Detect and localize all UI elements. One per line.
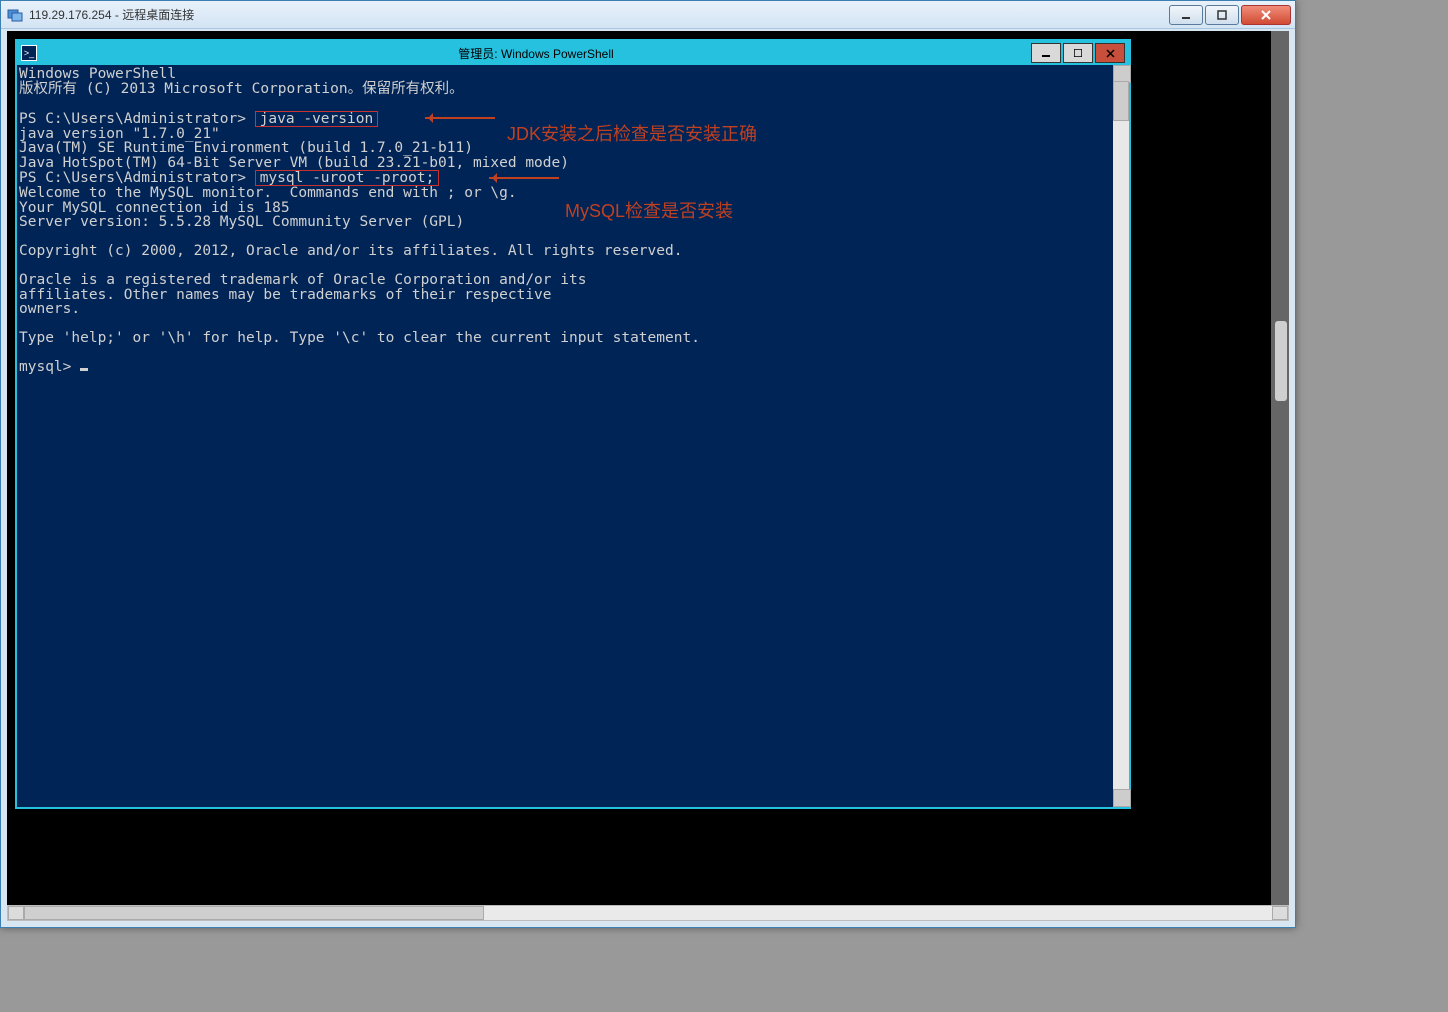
terminal-line: Server version: 5.5.28 MySQL Community S… bbox=[19, 214, 464, 230]
powershell-titlebar[interactable]: >_ 管理员: Windows PowerShell bbox=[17, 41, 1129, 65]
terminal-line: Java HotSpot(TM) 64-Bit Server VM (build… bbox=[19, 155, 569, 171]
terminal-line: Type 'help;' or '\h' for help. Type '\c'… bbox=[19, 330, 700, 346]
rdc-vertical-scrollbar[interactable] bbox=[1271, 31, 1289, 905]
powershell-body[interactable]: Windows PowerShell 版权所有 (C) 2013 Microso… bbox=[17, 65, 1129, 807]
powershell-window: >_ 管理员: Windows PowerShell Windows Power… bbox=[15, 39, 1131, 809]
hscroll-left-button[interactable] bbox=[8, 906, 24, 920]
rdc-horizontal-scrollbar[interactable] bbox=[7, 905, 1289, 921]
ps-vertical-scrollbar[interactable] bbox=[1113, 65, 1129, 807]
powershell-title-text: 管理员: Windows PowerShell bbox=[43, 45, 1029, 62]
ps-minimize-button[interactable] bbox=[1031, 43, 1061, 63]
mysql-prompt: mysql> bbox=[19, 359, 80, 375]
rdc-vscroll-thumb[interactable] bbox=[1275, 321, 1287, 401]
rdc-titlebar[interactable]: 119.29.176.254 - 远程桌面连接 bbox=[1, 1, 1295, 29]
close-button[interactable] bbox=[1241, 5, 1291, 25]
terminal-line: affiliates. Other names may be trademark… bbox=[19, 287, 552, 303]
terminal-line: 版权所有 (C) 2013 Microsoft Corporation。保留所有… bbox=[19, 81, 464, 97]
terminal-line: Copyright (c) 2000, 2012, Oracle and/or … bbox=[19, 243, 682, 259]
powershell-icon: >_ bbox=[21, 45, 37, 61]
rdc-app-icon bbox=[7, 7, 23, 23]
terminal-prompt: PS C:\Users\Administrator> bbox=[19, 170, 255, 186]
highlight-java-cmd: java -version bbox=[255, 111, 379, 127]
rdc-hscroll-thumb[interactable] bbox=[24, 906, 484, 920]
rdc-window: 119.29.176.254 - 远程桌面连接 >_ 管理员: Windows … bbox=[0, 0, 1296, 928]
terminal-line: owners. bbox=[19, 301, 80, 317]
terminal-prompt: PS C:\Users\Administrator> bbox=[19, 111, 255, 127]
maximize-button[interactable] bbox=[1205, 5, 1239, 25]
ps-scrollbar-thumb[interactable] bbox=[1113, 81, 1129, 121]
ps-close-button[interactable] bbox=[1095, 43, 1125, 63]
highlight-mysql-cmd: mysql -uroot -proot; bbox=[255, 170, 440, 186]
minimize-button[interactable] bbox=[1169, 5, 1203, 25]
cursor-icon bbox=[80, 368, 88, 371]
hscroll-right-button[interactable] bbox=[1272, 906, 1288, 920]
terminal-output[interactable]: Windows PowerShell 版权所有 (C) 2013 Microso… bbox=[19, 67, 1111, 805]
rdc-title-text: 119.29.176.254 - 远程桌面连接 bbox=[29, 6, 1167, 23]
rdc-client-area: >_ 管理员: Windows PowerShell Windows Power… bbox=[7, 31, 1289, 905]
ps-maximize-button[interactable] bbox=[1063, 43, 1093, 63]
